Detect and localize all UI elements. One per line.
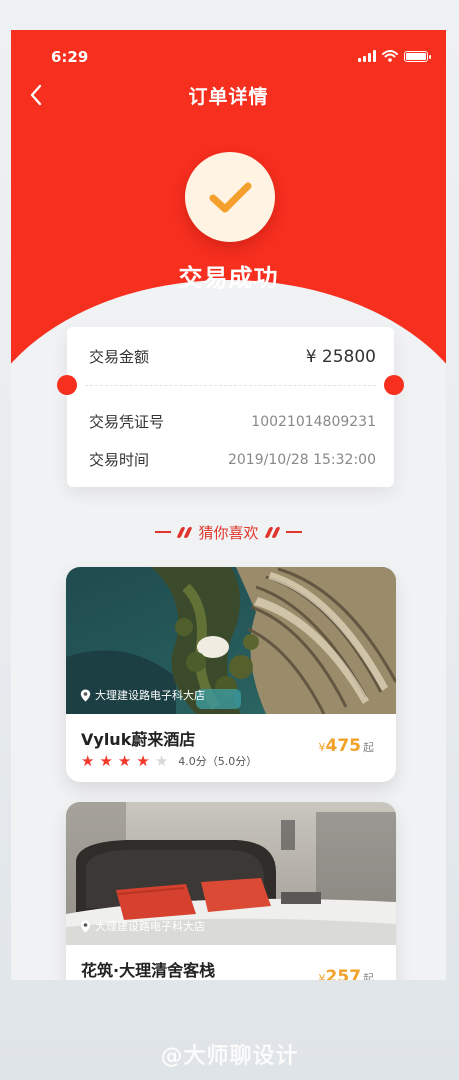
price-unit: 起 [363, 741, 374, 754]
ticket-notch-left [57, 375, 77, 395]
hotel-location: 大理建设路电子科大店 [80, 687, 205, 703]
check-icon [209, 182, 252, 213]
amount-label: 交易金额 [89, 348, 150, 366]
ticket-divider [85, 385, 376, 386]
hotel-price: ¥257 起 [319, 967, 375, 980]
price-symbol: ¥ [318, 741, 326, 754]
signal-icon [358, 50, 376, 62]
title-line-right [285, 531, 302, 533]
time-label: 交易时间 [89, 451, 150, 469]
status-bar: 6:29 [11, 48, 446, 68]
hotel-price: ¥475 起 [319, 736, 375, 756]
time-row: 交易时间 2019/10/28 15:32:00 [89, 449, 376, 470]
hotel-photo: 大理建设路电子科大店 [66, 567, 396, 714]
success-status-text: 交易成功 [178, 264, 279, 292]
hotel-photo: 大理建设路电子科大店 [66, 802, 396, 945]
page-title: 订单详情 [188, 86, 269, 108]
location-pin-icon [80, 689, 91, 701]
hotel-location-text: 大理建设路电子科大店 [95, 689, 205, 702]
hotel-name: Vyluk蔚来酒店 [81, 730, 196, 749]
title-line-left [155, 531, 172, 533]
wifi-icon [382, 50, 398, 62]
title-slashes-left [176, 526, 194, 538]
star-icon: ★ [154, 751, 169, 770]
time-value: 2019/10/28 15:32:00 [227, 451, 376, 468]
star-icon: ★ [81, 751, 95, 770]
watermark: @大师聊设计 [160, 1044, 299, 1069]
voucher-value: 10021014809231 [251, 413, 376, 430]
amount-value: ¥ 25800 [305, 346, 376, 367]
location-pin-icon [80, 920, 91, 932]
battery-icon [404, 50, 431, 62]
hotel-name: 花筑·大理清舍客栈 [81, 961, 216, 980]
hotel-rating: ★ ★ ★ ★ ★ 4.0分（5.0分） [81, 753, 257, 769]
amount-row: 交易金额 ¥ 25800 [89, 346, 376, 367]
title-slashes-right [263, 526, 281, 538]
hotel-card[interactable]: 大理建设路电子科大店 Vyluk蔚来酒店 ¥475 起 ★ ★ ★ ★ ★ 4.0… [66, 567, 396, 782]
price-value: 475 [325, 736, 362, 756]
hotel-card[interactable]: 大理建设路电子科大店 花筑·大理清舍客栈 ¥257 起 [66, 802, 396, 980]
star-icon: ★ [117, 751, 132, 770]
hotel-location-text: 大理建设路电子科大店 [95, 920, 205, 933]
hotel-location: 大理建设路电子科大店 [80, 918, 205, 934]
nav-bar: 订单详情 [11, 80, 446, 110]
price-symbol: ¥ [318, 972, 326, 980]
ticket-notch-right [384, 375, 404, 395]
recommend-title: 猜你喜欢 [198, 523, 259, 542]
voucher-label: 交易凭证号 [89, 413, 165, 431]
hotel-info: Vyluk蔚来酒店 ¥475 起 ★ ★ ★ ★ ★ 4.0分（5.0分） [66, 714, 396, 782]
status-time: 6:29 [51, 48, 89, 66]
success-badge [185, 152, 275, 242]
star-icon: ★ [99, 751, 113, 770]
status-icons [358, 50, 431, 62]
transaction-ticket: 交易金额 ¥ 25800 交易凭证号 10021014809231 交易时间 2… [57, 327, 404, 487]
rating-text: 4.0分（5.0分） [178, 755, 258, 768]
star-icon: ★ [136, 751, 150, 770]
voucher-row: 交易凭证号 10021014809231 [89, 411, 376, 432]
price-value: 257 [325, 967, 362, 980]
hotel-info: 花筑·大理清舍客栈 ¥257 起 [66, 945, 396, 980]
recommend-section-title: 猜你喜欢 [11, 522, 446, 542]
price-unit: 起 [363, 972, 374, 980]
phone-screen: 6:29 订单详情 交易成功 交易金额 ¥ 25800 交易凭证号 100210… [11, 30, 446, 980]
